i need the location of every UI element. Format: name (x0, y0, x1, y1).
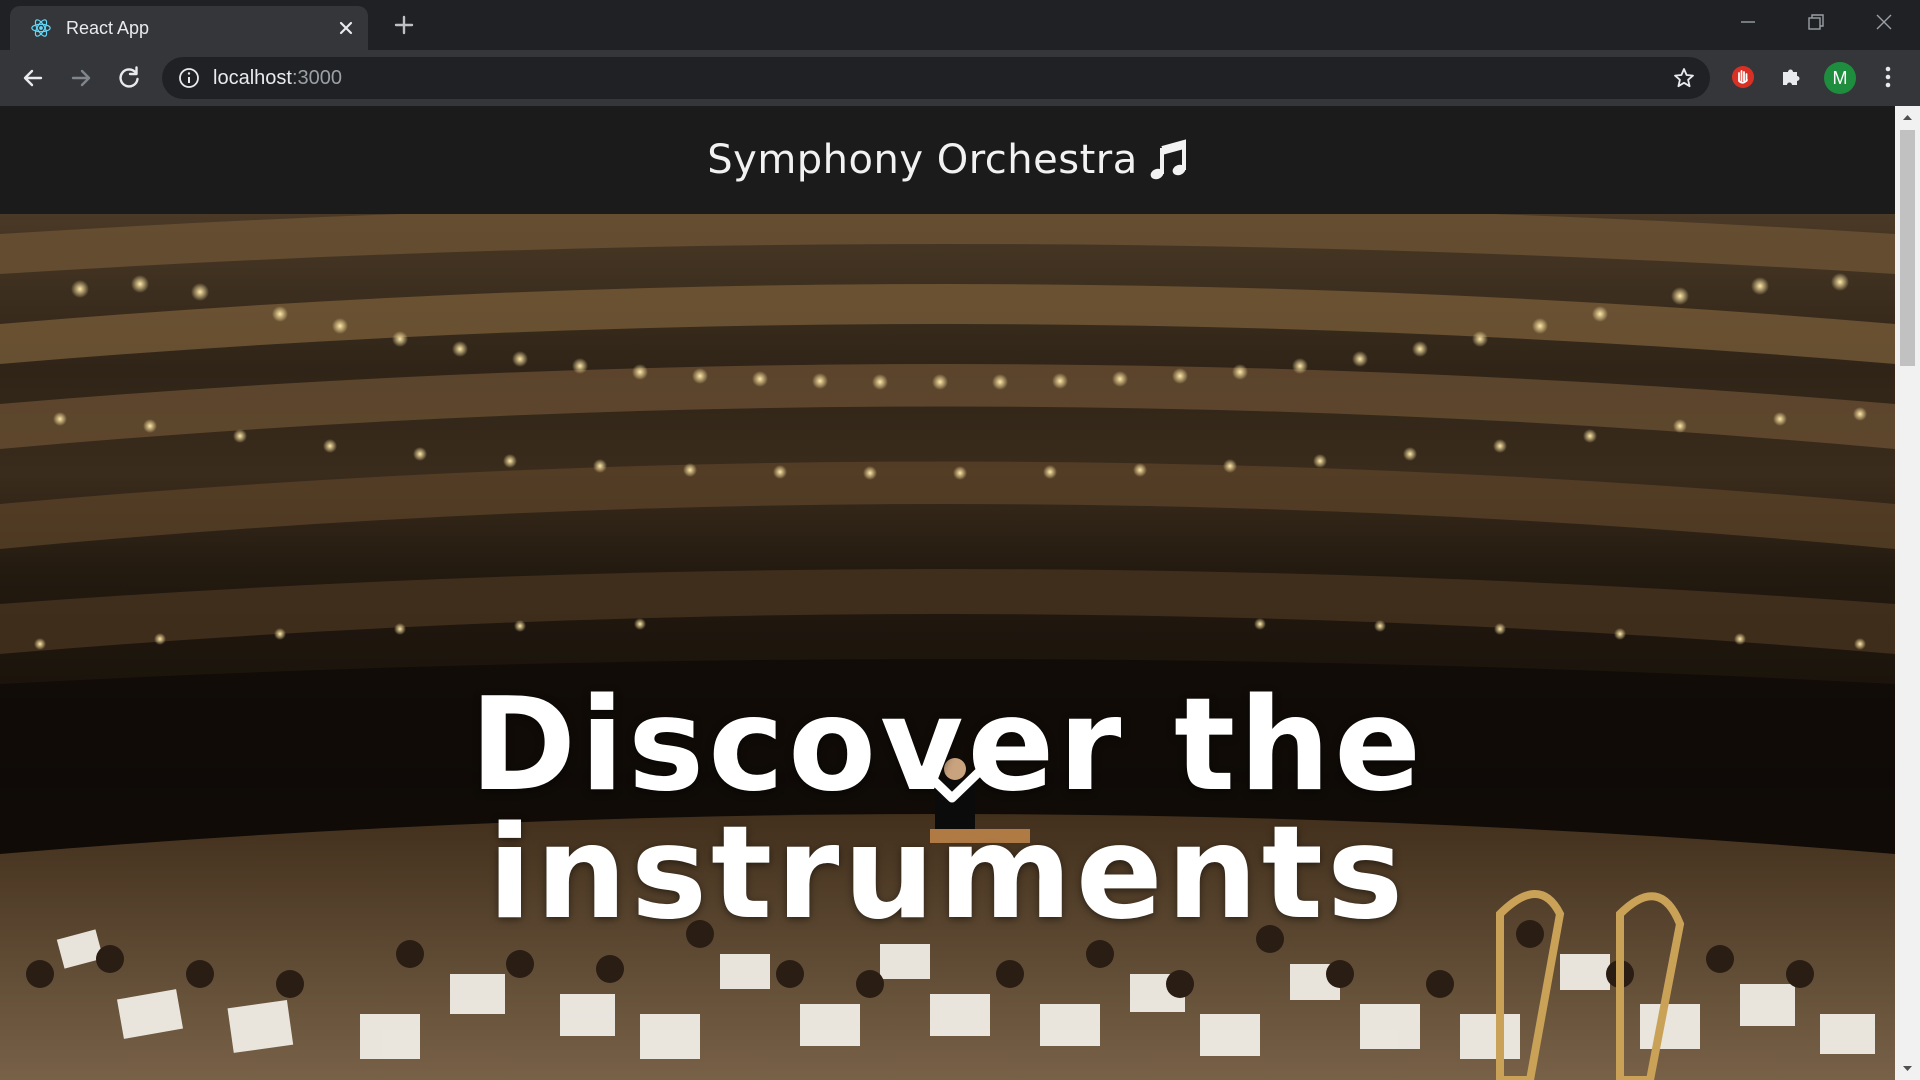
page-viewport: Symphony Orchestra Discover the instrume… (0, 106, 1895, 1080)
browser-tab[interactable]: React App (10, 6, 368, 50)
hero-section: Discover the instruments (0, 214, 1895, 1080)
close-window-icon[interactable] (1872, 10, 1896, 34)
forward-arrow-icon[interactable] (67, 64, 95, 92)
scroll-up-arrow-icon[interactable] (1900, 110, 1915, 125)
back-arrow-icon[interactable] (19, 64, 47, 92)
reload-icon[interactable] (115, 64, 143, 92)
scroll-down-arrow-icon[interactable] (1900, 1061, 1915, 1076)
concert-hall-photo (0, 214, 1895, 1080)
profile-avatar[interactable]: M (1824, 62, 1856, 94)
url-text[interactable]: localhost:3000 (213, 67, 342, 90)
minimize-icon[interactable] (1736, 10, 1760, 34)
puzzle-icon[interactable] (1777, 63, 1805, 91)
info-icon[interactable] (178, 67, 200, 89)
plus-icon[interactable] (392, 13, 416, 37)
site-title[interactable]: Symphony Orchestra (707, 137, 1137, 183)
music-note-icon (1150, 139, 1186, 180)
menu-dots-icon[interactable] (1874, 63, 1902, 91)
browser-toolbar: localhost:3000 M (0, 50, 1920, 106)
extension-shield-icon[interactable] (1729, 63, 1757, 91)
hero-headline: Discover the instruments (469, 670, 1426, 948)
browser-tabstrip: React App (0, 0, 1920, 50)
star-icon[interactable] (1672, 66, 1696, 90)
chevron-down-icon[interactable] (917, 762, 987, 806)
page-scrollbar[interactable] (1895, 106, 1920, 1080)
url-host: localhost (213, 67, 292, 89)
tab-title: React App (66, 18, 150, 38)
url-port: :3000 (291, 67, 342, 89)
restore-icon[interactable] (1804, 10, 1828, 34)
close-icon[interactable] (336, 18, 356, 38)
site-header: Symphony Orchestra (0, 106, 1895, 214)
scrollbar-thumb[interactable] (1900, 130, 1915, 366)
react-favicon-icon (31, 19, 51, 37)
address-bar[interactable]: localhost:3000 (162, 57, 1710, 99)
